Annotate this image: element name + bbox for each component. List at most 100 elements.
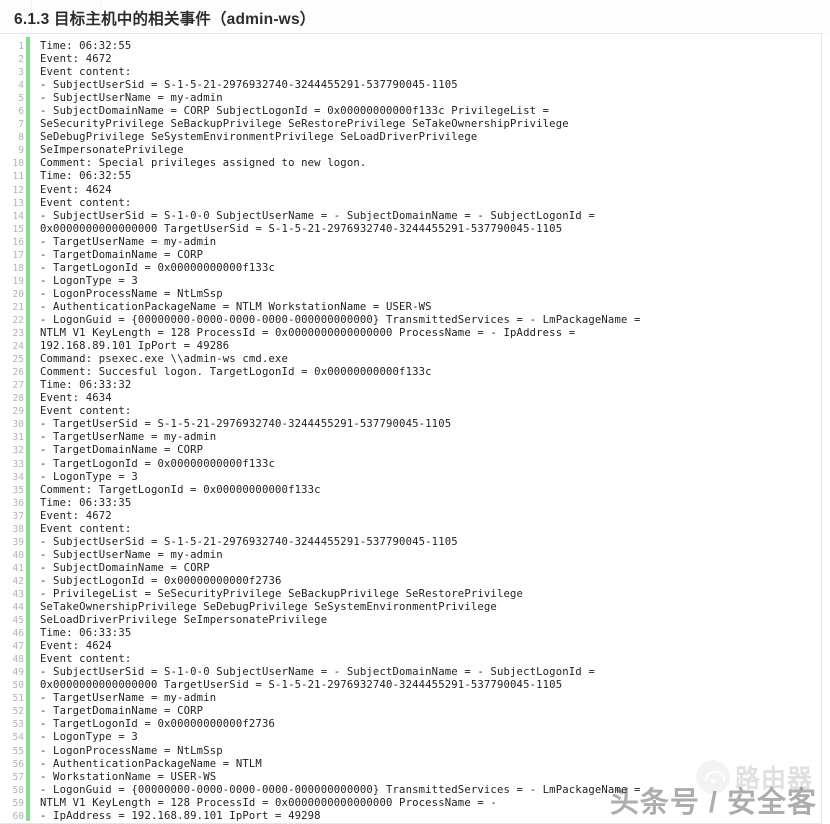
line-number: 2 bbox=[18, 54, 24, 66]
line-number: 24 bbox=[12, 341, 24, 353]
line-number-gutter: 1 2 3 4 5 6 7 8 9 10 11 12 13 14 15 16 17 18 19 20 21 22 23 24 2… bbox=[0, 34, 30, 823]
line-number: 25 bbox=[12, 354, 24, 366]
code-line: 0x0000000000000000 TargetUserSid = S-1-5… bbox=[40, 222, 563, 235]
line-number: 9 bbox=[18, 145, 24, 157]
code-line: 0x0000000000000000 TargetUserSid = S-1-5… bbox=[40, 679, 563, 692]
line-number: 54 bbox=[12, 732, 24, 744]
line-number: 46 bbox=[12, 628, 24, 640]
line-number: 1 bbox=[18, 41, 24, 52]
code-line: - TargetLogonId = 0x00000000000f2736 bbox=[40, 718, 276, 731]
code-line: - LogonGuid = {00000000-0000-0000-0000-0… bbox=[40, 783, 641, 796]
code-line: 192.168.89.101 IpPort = 49286 bbox=[40, 340, 230, 353]
code-block[interactable]: 1 2 3 4 5 6 7 8 9 10 11 12 13 14 15 16 17 18 19 20 21 22 23 24 2… bbox=[0, 33, 822, 824]
line-number: 47 bbox=[12, 641, 24, 653]
code-content-area[interactable]: Time: 06:32:55 Event: 4672 Event content: -… bbox=[30, 34, 821, 823]
code-line: SeLoadDriverPrivilege SeImpersonatePrivi… bbox=[40, 614, 328, 627]
line-number: 41 bbox=[12, 562, 24, 574]
code-line: - TargetUserName = my-admin bbox=[40, 235, 217, 248]
line-number: 34 bbox=[12, 471, 24, 483]
line-number: 32 bbox=[12, 445, 24, 457]
line-number: 27 bbox=[12, 380, 24, 392]
line-number: 7 bbox=[18, 119, 24, 131]
line-number: 42 bbox=[12, 575, 24, 587]
line-number: 55 bbox=[12, 745, 24, 757]
line-number: 10 bbox=[12, 158, 24, 170]
line-number: 14 bbox=[12, 210, 24, 222]
page-title: 6.1.3 目标主机中的相关事件（admin-ws） bbox=[14, 11, 316, 28]
code-line: - WorkstationName = USER-WS bbox=[40, 770, 217, 783]
line-number-list: 1 2 3 4 5 6 7 8 9 10 11 12 13 14 15 16 17 18 19 20 21 22 23 24 2… bbox=[0, 40, 24, 823]
code-line: NTLM V1 KeyLength = 128 ProcessId = 0x00… bbox=[40, 796, 497, 809]
code-line: Event content: bbox=[40, 522, 132, 535]
code-line: - TargetUserName = my-admin bbox=[40, 431, 217, 444]
line-number: 21 bbox=[12, 301, 24, 313]
line-number: 56 bbox=[12, 758, 24, 770]
code-line: - LogonType = 3 bbox=[40, 274, 138, 287]
code-line: Comment: TargetLogonId = 0x00000000000f1… bbox=[40, 483, 321, 496]
line-number: 48 bbox=[12, 654, 24, 666]
code-line: - SubjectUserName = my-admin bbox=[40, 548, 223, 561]
line-number: 33 bbox=[12, 458, 24, 470]
code-line: Event content: bbox=[40, 405, 132, 418]
code-line: Comment: Succesful logon. TargetLogonId … bbox=[40, 366, 432, 379]
line-number: 60 bbox=[12, 810, 24, 822]
line-number: 5 bbox=[18, 93, 24, 105]
line-number: 53 bbox=[12, 719, 24, 731]
code-line: - SubjectDomainName = CORP SubjectLogonI… bbox=[40, 105, 550, 118]
code-line: - SubjectUserName = my-admin bbox=[40, 92, 223, 105]
line-number: 16 bbox=[12, 236, 24, 248]
code-line: - AuthenticationPackageName = NTLM Works… bbox=[40, 300, 432, 313]
line-number: 3 bbox=[18, 67, 24, 79]
line-number: 12 bbox=[12, 184, 24, 196]
code-line: Time: 06:33:35 bbox=[40, 627, 132, 640]
line-number: 43 bbox=[12, 588, 24, 600]
code-line: - SubjectDomainName = CORP bbox=[40, 561, 210, 574]
code-line: - SubjectUserSid = S-1-5-21-2976932740-3… bbox=[40, 535, 458, 548]
line-number: 45 bbox=[12, 615, 24, 627]
line-number: 50 bbox=[12, 680, 24, 692]
code-line: - TargetDomainName = CORP bbox=[40, 705, 204, 718]
page-header: 6.1.3 目标主机中的相关事件（admin-ws） bbox=[0, 0, 830, 36]
line-number: 26 bbox=[12, 367, 24, 379]
code-line: - LogonProcessName = NtLmSsp bbox=[40, 287, 223, 300]
code-line: - TargetUserSid = S-1-5-21-2976932740-32… bbox=[40, 418, 452, 431]
line-number: 23 bbox=[12, 328, 24, 340]
code-line: Event content: bbox=[40, 653, 132, 666]
code-line: Event: 4624 bbox=[40, 640, 112, 653]
code-line: Event: 4634 bbox=[40, 392, 112, 405]
line-number: 8 bbox=[18, 132, 24, 144]
line-number: 49 bbox=[12, 667, 24, 679]
code-line: Time: 06:32:55 bbox=[40, 40, 132, 52]
code-line: Time: 06:33:35 bbox=[40, 496, 132, 509]
code-line: - SubjectLogonId = 0x00000000000f2736 bbox=[40, 574, 282, 587]
line-number: 17 bbox=[12, 249, 24, 261]
line-number: 11 bbox=[12, 171, 24, 183]
code-line: - LogonType = 3 bbox=[40, 731, 138, 744]
code-line: Time: 06:33:32 bbox=[40, 379, 132, 392]
line-number: 6 bbox=[18, 106, 24, 118]
line-number: 39 bbox=[12, 536, 24, 548]
code-line: - TargetDomainName = CORP bbox=[40, 444, 204, 457]
code-line: Command: psexec.exe \\admin-ws cmd.exe bbox=[40, 353, 289, 366]
line-number: 35 bbox=[12, 484, 24, 496]
code-line: - IpAddress = 192.168.89.101 IpPort = 49… bbox=[40, 809, 321, 822]
code-line: - SubjectUserSid = S-1-0-0 SubjectUserNa… bbox=[40, 666, 595, 679]
line-number: 38 bbox=[12, 523, 24, 535]
code-line: - TargetLogonId = 0x00000000000f133c bbox=[40, 261, 276, 274]
code-line: - TargetUserName = my-admin bbox=[40, 692, 217, 705]
code-line: Time: 06:32:55 bbox=[40, 170, 132, 183]
code-line: - TargetLogonId = 0x00000000000f133c bbox=[40, 457, 276, 470]
code-line: Event: 4672 bbox=[40, 53, 112, 66]
code-line: Event: 4624 bbox=[40, 183, 112, 196]
code-line: - TargetDomainName = CORP bbox=[40, 248, 204, 261]
line-number: 22 bbox=[12, 314, 24, 326]
code-line: Comment: Special privileges assigned to … bbox=[40, 157, 367, 170]
code-line: - SubjectUserSid = S-1-0-0 SubjectUserNa… bbox=[40, 209, 595, 222]
line-number: 28 bbox=[12, 393, 24, 405]
code-line: - LogonType = 3 bbox=[40, 470, 138, 483]
line-number: 44 bbox=[12, 602, 24, 614]
code-line: - SubjectUserSid = S-1-5-21-2976932740-3… bbox=[40, 79, 458, 92]
code-line: Event content: bbox=[40, 66, 132, 79]
code-line: Event: 4672 bbox=[40, 509, 112, 522]
code-line: - AuthenticationPackageName = NTLM bbox=[40, 757, 262, 770]
